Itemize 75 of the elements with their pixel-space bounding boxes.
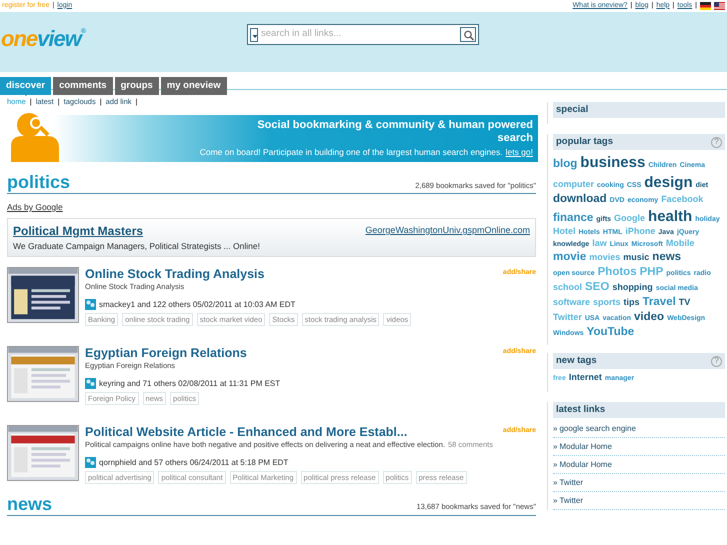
tag-link[interactable]: business bbox=[580, 153, 646, 172]
us-flag-icon[interactable] bbox=[714, 2, 725, 10]
users-icon bbox=[85, 378, 96, 389]
panel-title: popular tags bbox=[556, 134, 614, 149]
recent-link[interactable]: Modular Home bbox=[559, 458, 612, 471]
tag-link[interactable]: sports bbox=[593, 296, 621, 308]
nav-tab[interactable]: comments bbox=[53, 77, 113, 96]
users-icon bbox=[85, 299, 96, 310]
tag-link[interactable]: shopping bbox=[612, 282, 653, 294]
tag-link[interactable]: blog bbox=[553, 157, 578, 172]
tag-link[interactable]: health bbox=[648, 206, 692, 226]
tag-link[interactable]: SEO bbox=[585, 280, 610, 295]
tag-link[interactable]: software bbox=[553, 296, 590, 308]
ad-text: We Graduate Campaign Managers, Political Strategists ... Online! bbox=[13, 240, 261, 252]
german-flag-icon[interactable] bbox=[700, 2, 711, 10]
tag-link[interactable]: download bbox=[553, 192, 607, 207]
banner-text: Come on board! Participate in building one of the largest human search engines. bbox=[200, 146, 503, 158]
tag-link[interactable]: Hotel bbox=[553, 226, 576, 238]
tag-link[interactable]: Google bbox=[614, 212, 646, 225]
recent-link[interactable]: Twitter bbox=[559, 476, 584, 489]
panel-title: latest links bbox=[556, 403, 606, 417]
tag-link[interactable]: Internet bbox=[568, 372, 602, 384]
tag-link[interactable]: Mobile bbox=[666, 238, 694, 250]
tag-link[interactable]: tips bbox=[624, 296, 640, 308]
panel-title: special bbox=[556, 102, 588, 117]
help-icon[interactable]: ? bbox=[711, 136, 722, 148]
tag-link[interactable]: movie bbox=[553, 250, 586, 265]
tag-link[interactable]: law bbox=[592, 238, 607, 250]
search-input[interactable]: search in all links... bbox=[261, 27, 457, 42]
tag-link[interactable]: movies bbox=[589, 252, 620, 264]
link-title[interactable]: Political Website Article - Enhanced and More Establ... bbox=[85, 424, 408, 440]
recent-link[interactable]: Modular Home bbox=[559, 440, 612, 453]
users-icon bbox=[85, 457, 96, 468]
tag-link[interactable]: music bbox=[623, 252, 650, 264]
search-field[interactable]: search in all links... bbox=[247, 24, 479, 45]
tag-link[interactable]: iPhone bbox=[625, 226, 656, 238]
tag-link[interactable]: PHP bbox=[640, 264, 664, 280]
recent-link[interactable]: Twitter bbox=[559, 494, 584, 507]
tag-link[interactable]: YouTube bbox=[586, 324, 634, 340]
recent-link[interactable]: google search engine bbox=[559, 422, 636, 435]
panel-title: new tags bbox=[556, 354, 597, 368]
tag-link[interactable]: Travel bbox=[642, 294, 676, 310]
ad-url[interactable]: GeorgeWashingtonUniv.gspmOnline.com bbox=[365, 224, 530, 238]
tag-link[interactable]: computer bbox=[553, 178, 594, 190]
tag-link[interactable]: design bbox=[644, 172, 693, 192]
tag-link[interactable]: finance bbox=[553, 210, 594, 226]
bullet-icon: » bbox=[553, 476, 558, 489]
tag-link[interactable]: Facebook bbox=[661, 194, 704, 206]
section-title: news bbox=[7, 494, 52, 514]
ad-title[interactable]: Political Mgmt Masters bbox=[13, 222, 144, 240]
saved-by-text: smackey1 and 122 others 05/02/2011 at 10:03 AM EDT bbox=[99, 298, 296, 310]
nav-tab[interactable]: my oneview bbox=[160, 77, 227, 96]
tag-link[interactable]: school bbox=[553, 282, 582, 294]
tag-link[interactable]: Photos bbox=[598, 264, 637, 280]
section-title: politics bbox=[7, 173, 70, 193]
link-title[interactable]: Online Stock Trading Analysis bbox=[85, 266, 264, 282]
nav-tab[interactable]: discover bbox=[0, 77, 52, 96]
tag-link[interactable]: TV bbox=[678, 296, 690, 308]
saved-by-text: qornphield and 57 others 06/24/2011 at 5:18 PM EDT bbox=[99, 456, 288, 468]
tag-link[interactable]: video bbox=[634, 310, 664, 324]
bullet-icon: » bbox=[553, 440, 558, 453]
tag-link[interactable]: Twitter bbox=[553, 312, 582, 324]
link-title[interactable]: Egyptian Foreign Relations bbox=[85, 346, 247, 360]
saved-by-text: keyring and 71 others 02/08/2011 at 11:31 PM EST bbox=[99, 378, 280, 390]
search-icon[interactable] bbox=[460, 27, 476, 42]
ads-label[interactable]: Ads by Google bbox=[7, 201, 63, 214]
bullet-icon: » bbox=[553, 422, 558, 435]
banner-link[interactable]: lets go! bbox=[506, 146, 533, 158]
bullet-icon: » bbox=[553, 494, 558, 507]
dropdown-icon[interactable] bbox=[250, 28, 258, 42]
tag-link[interactable]: news bbox=[652, 250, 682, 265]
nav-tab[interactable]: groups bbox=[114, 77, 159, 96]
banner-headline: Social bookmarking & community & human powered search bbox=[256, 118, 533, 145]
bullet-icon: » bbox=[553, 458, 558, 471]
help-icon[interactable]: ? bbox=[711, 356, 722, 367]
